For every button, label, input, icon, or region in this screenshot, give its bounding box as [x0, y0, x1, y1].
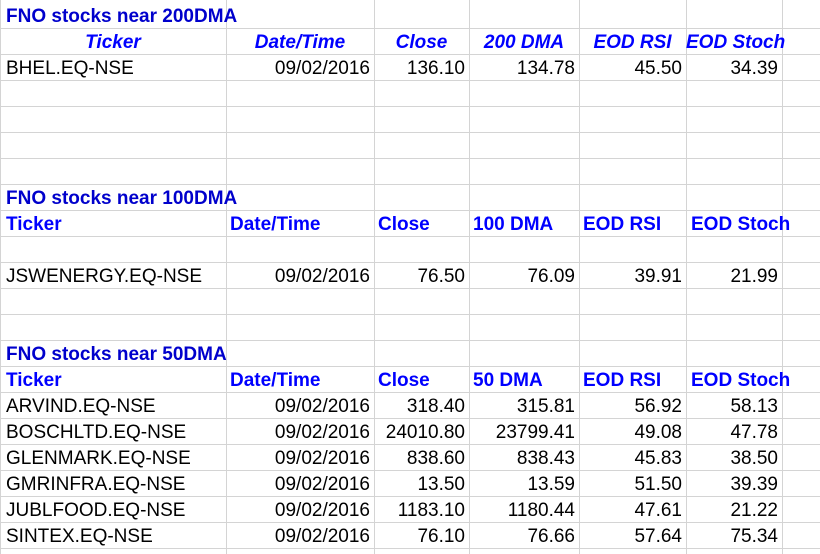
cell-date[interactable]: 09/02/2016: [226, 393, 370, 418]
cell-ticker[interactable]: GMRINFRA.EQ-NSE: [6, 471, 226, 496]
cell-dma[interactable]: 23799.41: [469, 419, 575, 444]
cell-date[interactable]: 09/02/2016: [226, 263, 370, 288]
header-close[interactable]: Close: [378, 211, 469, 236]
cell-date[interactable]: 09/02/2016: [226, 419, 370, 444]
cell-stoch[interactable]: 21.22: [686, 497, 778, 522]
cell-stoch[interactable]: 21.99: [686, 263, 778, 288]
cell-close[interactable]: 318.40: [374, 393, 465, 418]
table-row: BHEL.EQ-NSE 09/02/2016 136.10 134.78 45.…: [0, 55, 820, 81]
cell-ticker[interactable]: GLENMARK.EQ-NSE: [6, 445, 226, 470]
spreadsheet-grid[interactable]: FNO stocks near 200DMA Ticker Date/Time …: [0, 0, 820, 554]
header-ticker[interactable]: Ticker: [0, 29, 226, 54]
cell-stoch[interactable]: 58.13: [686, 393, 778, 418]
table-row: JUBLFOOD.EQ-NSE 09/02/2016 1183.10 1180.…: [0, 497, 820, 523]
header-close[interactable]: Close: [374, 29, 469, 54]
cell-dma[interactable]: 134.78: [469, 55, 575, 80]
cell-close[interactable]: 76.10: [374, 523, 465, 548]
header-close[interactable]: Close: [378, 367, 469, 392]
section-title-row: FNO stocks near 200DMA: [0, 3, 820, 29]
header-stoch[interactable]: EOD Stoch: [686, 29, 785, 54]
cell-ticker[interactable]: ARVIND.EQ-NSE: [6, 393, 226, 418]
section-title-row: FNO stocks near 50DMA: [0, 341, 820, 367]
empty-row: [0, 107, 820, 133]
empty-row: [0, 133, 820, 159]
cell-close[interactable]: 1183.10: [374, 497, 465, 522]
cell-dma[interactable]: 838.43: [469, 445, 575, 470]
cell-ticker[interactable]: JUBLFOOD.EQ-NSE: [6, 497, 226, 522]
cell-ticker[interactable]: BHEL.EQ-NSE: [6, 55, 226, 80]
header-ticker[interactable]: Ticker: [6, 211, 226, 236]
header-rsi[interactable]: EOD RSI: [579, 29, 686, 54]
cell-ticker[interactable]: BOSCHLTD.EQ-NSE: [6, 419, 226, 444]
cell-rsi[interactable]: 45.83: [579, 445, 682, 470]
header-date[interactable]: Date/Time: [230, 211, 374, 236]
header-row: Ticker Date/Time Close 200 DMA EOD RSI E…: [0, 29, 820, 55]
cell-date[interactable]: 09/02/2016: [226, 523, 370, 548]
header-rsi[interactable]: EOD RSI: [583, 367, 686, 392]
empty-row: [0, 315, 820, 341]
table-row: GLENMARK.EQ-NSE 09/02/2016 838.60 838.43…: [0, 445, 820, 471]
cell-stoch[interactable]: 39.39: [686, 471, 778, 496]
header-rsi[interactable]: EOD RSI: [583, 211, 686, 236]
cell-close[interactable]: 838.60: [374, 445, 465, 470]
table-row: SINTEX.EQ-NSE 09/02/2016 76.10 76.66 57.…: [0, 523, 820, 549]
cell-stoch[interactable]: 38.50: [686, 445, 778, 470]
section-title-200dma: FNO stocks near 200DMA: [6, 6, 238, 27]
header-stoch[interactable]: EOD Stoch: [691, 367, 790, 392]
section-title-50dma: FNO stocks near 50DMA: [6, 344, 227, 365]
cell-stoch[interactable]: 75.34: [686, 523, 778, 548]
cell-rsi[interactable]: 56.92: [579, 393, 682, 418]
cell-rsi[interactable]: 57.64: [579, 523, 682, 548]
cell-dma[interactable]: 1180.44: [469, 497, 575, 522]
cell-rsi[interactable]: 49.08: [579, 419, 682, 444]
cell-date[interactable]: 09/02/2016: [226, 445, 370, 470]
cell-date[interactable]: 09/02/2016: [226, 55, 370, 80]
table-row: JSWENERGY.EQ-NSE 09/02/2016 76.50 76.09 …: [0, 263, 820, 289]
cell-ticker[interactable]: JSWENERGY.EQ-NSE: [6, 263, 226, 288]
header-row: Ticker Date/Time Close 50 DMA EOD RSI EO…: [0, 367, 820, 393]
cell-dma[interactable]: 76.09: [469, 263, 575, 288]
cell-close[interactable]: 76.50: [374, 263, 465, 288]
header-dma[interactable]: 200 DMA: [469, 29, 579, 54]
empty-row: [0, 237, 820, 263]
cell-close[interactable]: 13.50: [374, 471, 465, 496]
cell-dma[interactable]: 315.81: [469, 393, 575, 418]
table-row: BOSCHLTD.EQ-NSE 09/02/2016 24010.80 2379…: [0, 419, 820, 445]
cell-close[interactable]: 24010.80: [374, 419, 465, 444]
cell-date[interactable]: 09/02/2016: [226, 497, 370, 522]
table-row: ARVIND.EQ-NSE 09/02/2016 318.40 315.81 5…: [0, 393, 820, 419]
header-date[interactable]: Date/Time: [226, 29, 374, 54]
cell-stoch[interactable]: 47.78: [686, 419, 778, 444]
empty-row: [0, 159, 820, 185]
cell-ticker[interactable]: SINTEX.EQ-NSE: [6, 523, 226, 548]
header-ticker[interactable]: Ticker: [6, 367, 226, 392]
header-row: Ticker Date/Time Close 100 DMA EOD RSI E…: [0, 211, 820, 237]
empty-row: [0, 289, 820, 315]
empty-row: [0, 81, 820, 107]
section-title-row: FNO stocks near 100DMA: [0, 185, 820, 211]
cell-rsi[interactable]: 39.91: [579, 263, 682, 288]
header-dma[interactable]: 100 DMA: [473, 211, 579, 236]
header-stoch[interactable]: EOD Stoch: [691, 211, 790, 236]
header-dma[interactable]: 50 DMA: [473, 367, 579, 392]
cell-date[interactable]: 09/02/2016: [226, 471, 370, 496]
cell-rsi[interactable]: 51.50: [579, 471, 682, 496]
header-date[interactable]: Date/Time: [230, 367, 374, 392]
cell-rsi[interactable]: 47.61: [579, 497, 682, 522]
section-title-100dma: FNO stocks near 100DMA: [6, 188, 238, 209]
table-row: GMRINFRA.EQ-NSE 09/02/2016 13.50 13.59 5…: [0, 471, 820, 497]
cell-close[interactable]: 136.10: [374, 55, 465, 80]
cell-dma[interactable]: 76.66: [469, 523, 575, 548]
cell-dma[interactable]: 13.59: [469, 471, 575, 496]
cell-rsi[interactable]: 45.50: [579, 55, 682, 80]
cell-stoch[interactable]: 34.39: [686, 55, 778, 80]
